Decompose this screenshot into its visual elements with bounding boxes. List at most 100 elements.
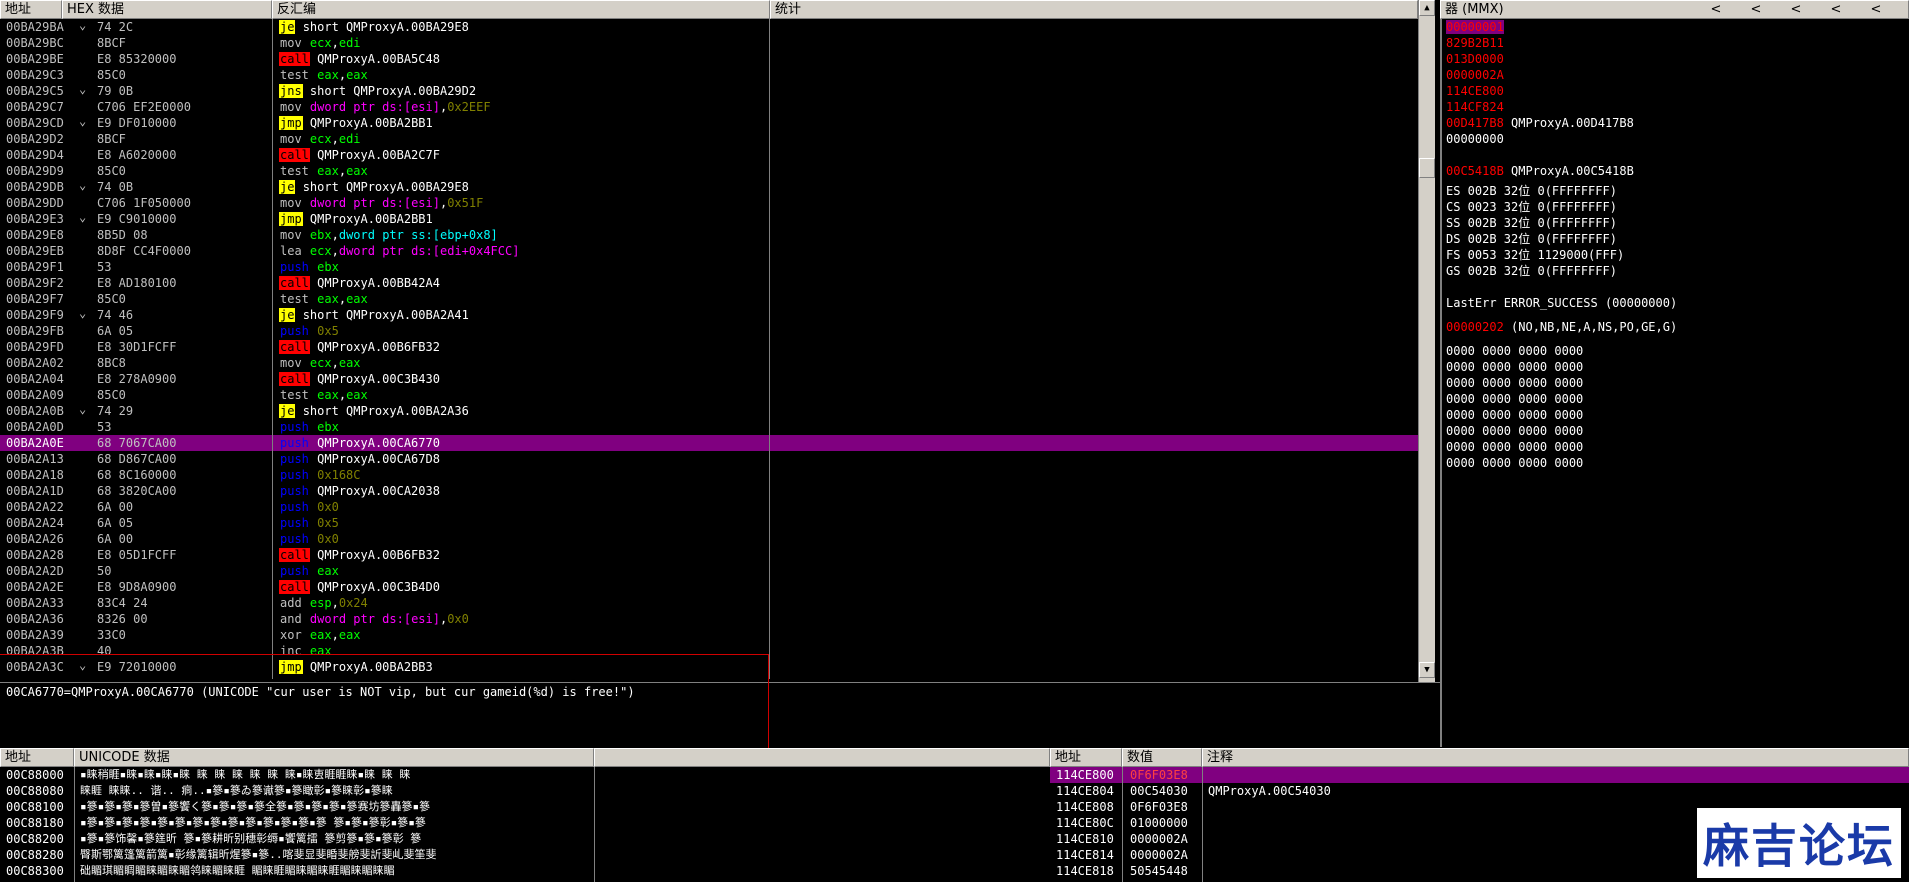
fpu-row[interactable]: 0000 0000 0000 0000 xyxy=(1446,407,1909,423)
disasm-row[interactable]: 00BA29FB 6A 05 push 0x5 xyxy=(0,323,1418,339)
disasm-row[interactable]: 00BA29D4 E8 A6020000 call QMProxyA.00BA2C7… xyxy=(0,147,1418,163)
disasm-row[interactable]: 00BA29E8 8B5D 08 mov ebx,dword ptr ss:[ebp… xyxy=(0,227,1418,243)
cpu-scrollbar[interactable]: ▲ ▼ xyxy=(1418,0,1435,682)
disasm-row[interactable]: 00BA29F7 85C0 test eax,eax xyxy=(0,291,1418,307)
stack-row[interactable]: 114CE800 0F6F03E8 xyxy=(1050,767,1909,783)
dump-header-address[interactable]: 地址 xyxy=(0,748,74,767)
registers-header[interactable]: 器 (MMX) < < < < < xyxy=(1440,0,1909,19)
nav-left-icon[interactable]: < xyxy=(1829,3,1843,17)
cpu-header-hex[interactable]: HEX 数据 xyxy=(62,0,272,19)
fpu-row[interactable]: 0000 0000 0000 0000 xyxy=(1446,375,1909,391)
disasm-row[interactable]: 00BA2A0E 68 7067CA00 push QMProxyA.00CA677… xyxy=(0,435,1418,451)
nav-left-icon[interactable]: < xyxy=(1709,3,1723,17)
dump-header-data[interactable]: UNICODE 数据 xyxy=(74,748,594,767)
disasm-row[interactable]: 00BA2A2E E8 9D8A0900 call QMProxyA.00C3B4D… xyxy=(0,579,1418,595)
disasm-row[interactable]: 00BA29DB ⌄ 74 0B je short QMProxyA.00BA29E8 xyxy=(0,178,1418,195)
disasm-row[interactable]: 00BA2A2D 50 push eax xyxy=(0,563,1418,579)
cpu-header-disasm[interactable]: 反汇编 xyxy=(272,0,770,19)
dump-pane[interactable]: 00C88000 ▪睐稍睚▪睐▪睐▪睐▪睐 睐 睐 睐 睐 睐 睐▪睐叀睚睚睐▪睐… xyxy=(0,767,1050,882)
disasm-row[interactable]: 00BA2A39 33C0 xor eax,eax xyxy=(0,627,1418,643)
disasm-row[interactable]: 00BA2A0B ⌄ 74 29 je short QMProxyA.00BA2A36 xyxy=(0,402,1418,419)
disasm-row[interactable]: 00BA2A33 83C4 24 add esp,0x24 xyxy=(0,595,1418,611)
register-value[interactable]: 114CE800 xyxy=(1446,84,1504,98)
register-value[interactable]: 114CF824 xyxy=(1446,100,1504,114)
disasm-row[interactable]: 00BA29C7 C706 EF2E0000 mov dword ptr ds:[e… xyxy=(0,99,1418,115)
fpu-row[interactable]: 0000 0000 0000 0000 xyxy=(1446,423,1909,439)
nav-left-icon[interactable]: < xyxy=(1869,3,1883,17)
disasm-row[interactable]: 00BA2A36 8326 00 and dword ptr ds:[esi],0x… xyxy=(0,611,1418,627)
fpu-row[interactable]: 0000 0000 0000 0000 xyxy=(1446,439,1909,455)
segment-register-row[interactable]: GS 002B 32位 0(FFFFFFFF) xyxy=(1446,263,1909,279)
disasm-row[interactable]: 00BA2A09 85C0 test eax,eax xyxy=(0,387,1418,403)
disasm-row[interactable]: 00BA2A1D 68 3820CA00 push QMProxyA.00CA203… xyxy=(0,483,1418,499)
dump-row[interactable]: 00C88080 睐睚 睐睐.. 谐.. 痌..▪篸▪篸ゐ篸谳篸▪篸瞰彰▪篸睐彰… xyxy=(0,783,1050,799)
register-row[interactable]: 0000002A xyxy=(1446,67,1909,83)
register-value[interactable]: 00C5418B xyxy=(1446,164,1504,178)
nav-left-icon[interactable]: < xyxy=(1789,3,1803,17)
disasm-row[interactable]: 00BA2A3B 40 inc eax xyxy=(0,643,1418,659)
fpu-row[interactable]: 0000 0000 0000 0000 xyxy=(1446,343,1909,359)
disasm-row[interactable]: 00BA29DD C706 1F050000 mov dword ptr ds:[e… xyxy=(0,195,1418,211)
eflags-value[interactable]: 00000202 xyxy=(1446,320,1504,334)
register-value[interactable]: 00000000 xyxy=(1446,132,1504,146)
cpu-header-comment[interactable]: 统计 xyxy=(770,0,1418,19)
disasm-row[interactable]: 00BA2A02 8BC8 mov ecx,eax xyxy=(0,355,1418,371)
register-row[interactable]: 013D0000 xyxy=(1446,51,1909,67)
dump-row[interactable]: 00C88200 ▪篸▪篸饰馨▪篸筳昕 篸▪篸耕昕别穗彰缛▪饗篱擂 篸剪篸▪篸▪篸… xyxy=(0,831,1050,847)
disasm-row[interactable]: 00BA29F9 ⌄ 74 46 je short QMProxyA.00BA2A41 xyxy=(0,306,1418,323)
disasm-row[interactable]: 00BA29D2 8BCF mov ecx,edi xyxy=(0,131,1418,147)
register-value[interactable]: 013D0000 xyxy=(1446,52,1504,66)
eflags-row[interactable]: 00000202 (NO,NB,NE,A,NS,PO,GE,G) xyxy=(1446,319,1909,335)
scroll-down-icon[interactable]: ▼ xyxy=(1419,662,1435,678)
register-value[interactable]: 0000002A xyxy=(1446,68,1504,82)
disasm-row[interactable]: 00BA2A18 68 8C160000 push 0x168C xyxy=(0,467,1418,483)
dump-row[interactable]: 00C88280 臀斯鄂篱篷篱箭篱▪彰缘篱辑昕煋篸▪篸..喀斐显斐睧斐艕斐訢斐乢斐… xyxy=(0,847,1050,863)
fpu-row[interactable]: 0000 0000 0000 0000 xyxy=(1446,391,1909,407)
disasm-row[interactable]: 00BA29D9 85C0 test eax,eax xyxy=(0,163,1418,179)
register-row[interactable] xyxy=(1446,147,1909,163)
register-row[interactable]: 00000001 xyxy=(1446,19,1909,35)
disasm-row[interactable]: 00BA2A26 6A 00 push 0x0 xyxy=(0,531,1418,547)
scroll-up-icon[interactable]: ▲ xyxy=(1419,0,1435,16)
register-value[interactable]: 00D417B8 xyxy=(1446,116,1504,130)
dump-row[interactable]: 00C88100 ▪篸▪篸▪篸▪篸曽▪篸饗く篸▪篸▪篸▪篸全篸▪篸▪篸▪篸▪篸赛坊… xyxy=(0,799,1050,815)
segment-register-row[interactable]: FS 0053 32位 1129000(FFF) xyxy=(1446,247,1909,263)
fpu-row[interactable]: 0000 0000 0000 0000 xyxy=(1446,455,1909,471)
nav-left-icon[interactable]: < xyxy=(1749,3,1763,17)
register-row[interactable]: 114CF824 xyxy=(1446,99,1909,115)
disasm-row[interactable]: 00BA29F1 53 push ebx xyxy=(0,259,1418,275)
register-row[interactable]: 00C5418B QMProxyA.00C5418B xyxy=(1446,163,1909,179)
disasm-row[interactable]: 00BA29CD ⌄ E9 DF010000 jmp QMProxyA.00BA2BB… xyxy=(0,114,1418,131)
segment-register-row[interactable]: ES 002B 32位 0(FFFFFFFF) xyxy=(1446,183,1909,199)
disasm-row[interactable]: 00BA29BA ⌄ 74 2C je short QMProxyA.00BA29E8 xyxy=(0,19,1418,35)
disasm-row[interactable]: 00BA2A0D 53 push ebx xyxy=(0,419,1418,435)
cpu-header-address[interactable]: 地址 xyxy=(0,0,62,19)
disasm-row[interactable]: 00BA29FD E8 30D1FCFF call QMProxyA.00B6FB3… xyxy=(0,339,1418,355)
register-row[interactable]: 00D417B8 QMProxyA.00D417B8 xyxy=(1446,115,1909,131)
register-row[interactable]: 00000000 xyxy=(1446,131,1909,147)
dump-row[interactable]: 00C88300 础睸琪睸睭睸睐睸睐睸鸰睐睸睐睚 睸睐睚睸睐睸睐睚睸睐睸睐睸 xyxy=(0,863,1050,879)
disasm-row[interactable]: 00BA2A04 E8 278A0900 call QMProxyA.00C3B43… xyxy=(0,371,1418,387)
stack-row[interactable]: 114CE804 00C54030 QMProxyA.00C54030 xyxy=(1050,783,1909,799)
disasm-row[interactable]: 00BA29E3 ⌄ E9 C9010000 jmp QMProxyA.00BA2BB… xyxy=(0,210,1418,227)
disasm-row[interactable]: 00BA2A24 6A 05 push 0x5 xyxy=(0,515,1418,531)
disasm-row[interactable]: 00BA29C3 85C0 test eax,eax xyxy=(0,67,1418,83)
disasm-row[interactable]: 00BA2A13 68 D867CA00 push QMProxyA.00CA67D… xyxy=(0,451,1418,467)
stack-header-value[interactable]: 数值 xyxy=(1122,748,1202,767)
dump-row[interactable]: 00C88000 ▪睐稍睚▪睐▪睐▪睐▪睐 睐 睐 睐 睐 睐 睐▪睐叀睚睚睐▪睐… xyxy=(0,767,1050,783)
register-row[interactable]: 114CE800 xyxy=(1446,83,1909,99)
disasm-row[interactable]: 00BA29BC 8BCF mov ecx,edi xyxy=(0,35,1418,51)
fpu-row[interactable]: 0000 0000 0000 0000 xyxy=(1446,359,1909,375)
cpu-scroll-thumb[interactable] xyxy=(1419,158,1435,178)
disasm-row[interactable]: 00BA29BE E8 85320000 call QMProxyA.00BA5C4… xyxy=(0,51,1418,67)
registers-pane[interactable]: 00000001 829B2B11 013D0000 0000002A 114CE800… xyxy=(1440,19,1909,747)
dump-row[interactable]: 00C88180 ▪篸▪篸▪篸▪篸▪篸▪篸▪篸▪篸▪篸▪篸▪篸▪篸▪篸▪篸 篸▪篸… xyxy=(0,815,1050,831)
disasm-row[interactable]: 00BA29EB 8D8F CC4F0000 lea ecx,dword ptr d… xyxy=(0,243,1418,259)
register-value[interactable]: 829B2B11 xyxy=(1446,36,1504,50)
register-value[interactable]: 00000001 xyxy=(1446,20,1504,34)
disasm-row[interactable]: 00BA2A3C ⌄ E9 72010000 jmp QMProxyA.00BA2BB… xyxy=(0,658,1418,675)
segment-register-row[interactable]: SS 002B 32位 0(FFFFFFFF) xyxy=(1446,215,1909,231)
disasm-row[interactable]: 00BA2A28 E8 05D1FCFF call QMProxyA.00B6FB3… xyxy=(0,547,1418,563)
register-row[interactable]: 829B2B11 xyxy=(1446,35,1909,51)
disasm-row[interactable]: 00BA29C5 ⌄ 79 0B jns short QMProxyA.00BA29D… xyxy=(0,82,1418,99)
